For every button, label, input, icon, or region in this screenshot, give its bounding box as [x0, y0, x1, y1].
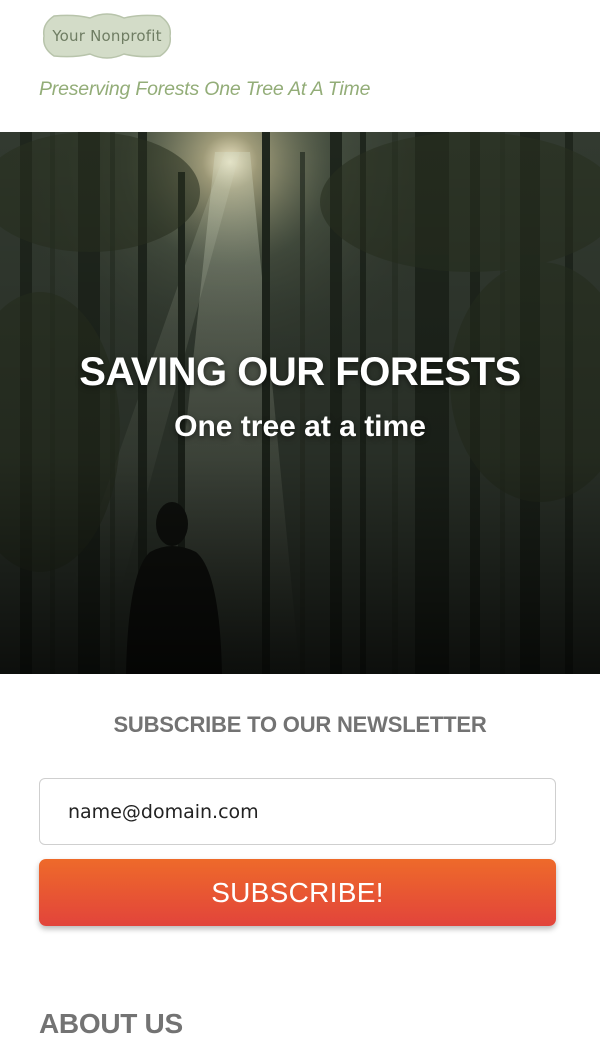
subscribe-button[interactable]: SUBSCRIBE!: [39, 859, 556, 926]
hero-banner: SAVING OUR FORESTS One tree at a time: [0, 132, 600, 674]
about-heading: ABOUT US: [39, 1008, 183, 1039]
forest-photo: [0, 132, 600, 674]
nonprofit-logo[interactable]: Your Nonprofit: [40, 10, 174, 62]
logo-text: Your Nonprofit: [52, 27, 162, 45]
site-tagline: Preserving Forests One Tree At A Time: [39, 78, 371, 100]
hero-title: SAVING OUR FORESTS: [79, 350, 521, 394]
newsletter-heading: SUBSCRIBE TO OUR NEWSLETTER: [113, 712, 487, 737]
hero-subtitle: One tree at a time: [174, 410, 426, 443]
site-header: Your Nonprofit Preserving Forests One Tr…: [0, 0, 600, 132]
email-input[interactable]: [39, 778, 556, 845]
